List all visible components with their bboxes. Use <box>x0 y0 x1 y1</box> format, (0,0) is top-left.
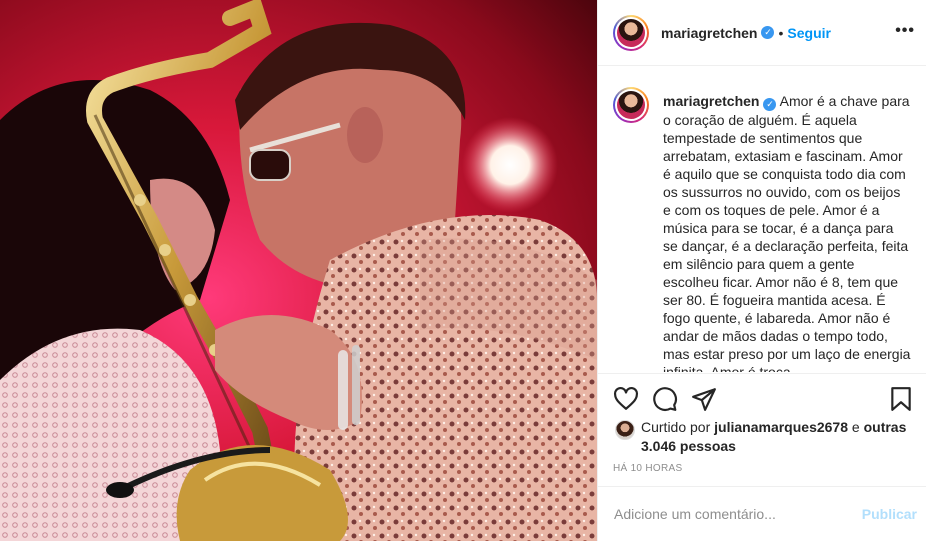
more-options-icon[interactable]: ••• <box>895 22 915 40</box>
post-actions <box>598 373 926 423</box>
profile-photo <box>617 91 645 119</box>
avatar[interactable] <box>613 14 649 51</box>
post-header: mariagretchen ✓ • Seguir ••• <box>598 0 926 66</box>
verified-badge-icon: ✓ <box>763 98 777 111</box>
likes-prefix: Curtido por <box>641 419 711 435</box>
bookmark-icon[interactable] <box>888 386 914 412</box>
saxophone-concert-photo <box>0 0 597 541</box>
likes-conjunction: e <box>851 419 860 435</box>
caption-scroll-area[interactable]: mariagretchen ✓ Amor é a chave para o cor… <box>598 67 926 372</box>
liker-avatar[interactable] <box>615 420 635 440</box>
caption: mariagretchen ✓ Amor é a chave para o cor… <box>613 87 911 372</box>
comment-input[interactable] <box>614 506 862 522</box>
likes-summary: Curtido por julianamarques2678 e outras … <box>615 418 915 456</box>
post-photo[interactable] <box>0 0 597 541</box>
verified-badge-icon: ✓ <box>761 26 775 39</box>
post-side-panel: mariagretchen ✓ • Seguir ••• mariagretch… <box>597 0 926 541</box>
post-timestamp[interactable]: HÁ 10 HORAS <box>613 463 682 474</box>
follow-button[interactable]: Seguir <box>787 25 831 41</box>
caption-text: mariagretchen ✓ Amor é a chave para o cor… <box>663 92 911 372</box>
publish-comment-button[interactable]: Publicar <box>862 506 917 522</box>
comment-icon[interactable] <box>652 386 678 412</box>
share-icon[interactable] <box>691 386 717 412</box>
username-link[interactable]: mariagretchen <box>661 25 757 41</box>
caption-avatar[interactable] <box>613 87 649 123</box>
separator-dot: • <box>778 24 784 41</box>
comment-form: Publicar <box>598 486 926 541</box>
instagram-post: mariagretchen ✓ • Seguir ••• mariagretch… <box>0 0 926 541</box>
caption-username-link[interactable]: mariagretchen <box>663 93 759 109</box>
caption-body: Amor é a chave para o coração de alguém.… <box>663 93 911 372</box>
heart-icon[interactable] <box>613 386 639 412</box>
liker-username-link[interactable]: julianamarques2678 <box>714 419 848 435</box>
profile-photo <box>617 18 645 47</box>
